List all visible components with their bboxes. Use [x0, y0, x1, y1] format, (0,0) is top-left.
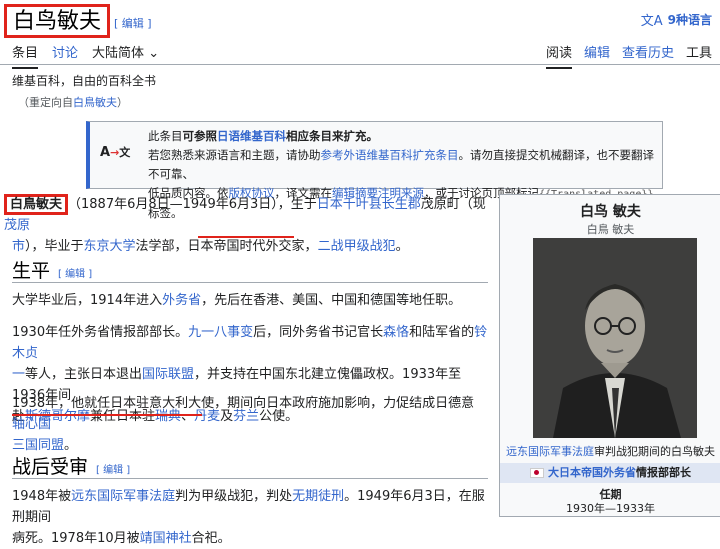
infobox-caption: 远东国际军事法庭审判战犯期间的白鸟敏夫 — [500, 443, 720, 459]
mobara-link[interactable]: 茂原 — [4, 218, 30, 233]
axis-link[interactable]: 轴心国 — [12, 417, 51, 432]
section-edit-link[interactable]: [ 编辑 ] — [58, 269, 92, 280]
title-edit-link[interactable]: [ 编辑 ] — [114, 15, 152, 31]
portrait-photo[interactable] — [533, 238, 697, 438]
hatnote-t: 此条目 — [148, 129, 183, 143]
league-link[interactable]: 国际联盟 — [142, 367, 194, 382]
infobox: 白鸟 敏夫 白鳥 敏夫 远东国际军事法庭审判战犯期间的白鸟敏夫 大日本帝国外务省… — [499, 194, 720, 517]
p-text: ，先后在香港、美国、中国和德国等地任职。 — [201, 293, 462, 308]
lead-t: 法学部，日本帝国时代外交家， — [135, 239, 318, 254]
translation-hatnote: A→文 此条目可参照日语维基百科相应条目来扩充。 若您熟悉来源语言和主题，请协助… — [86, 121, 663, 220]
section-divider — [12, 478, 488, 479]
paragraph-1: 大学毕业后，1914年进入外务省，先后在香港、美国、中国和德国等地任职。 — [12, 290, 492, 311]
mukden-link[interactable]: 九一八事变 — [188, 325, 253, 340]
annotation-underline — [198, 236, 294, 238]
p-text: 判为甲级战犯，判处 — [175, 489, 293, 504]
section-title: 生平 — [12, 260, 51, 282]
infobox-title: 白鸟 敏夫 — [580, 204, 641, 220]
band-text: 情报部部长 — [636, 466, 691, 479]
translate-icon: A→文 — [100, 145, 131, 160]
lead-t: ），毕业于 — [25, 239, 84, 254]
p-text: 等人，主张日本退出 — [25, 367, 143, 382]
lead-t: （1887年6月8日—1949年6月3日），生于 — [68, 197, 317, 212]
suzuki-link-cont[interactable]: 一 — [12, 367, 25, 382]
lead-t: 。 — [395, 239, 409, 254]
yasukuni-link[interactable]: 靖国神社 — [140, 531, 192, 546]
p-text: 1930年任外务省情报部部长。 — [12, 325, 189, 340]
lead-paragraph: 白鳥敏夫 （1887年6月8日—1949年6月3日），生于日本千叶县长生郡茂原町（… — [4, 194, 490, 257]
redirect-suffix: ） — [117, 96, 128, 109]
section-title: 战后受审 — [12, 456, 89, 478]
translate-icon: 文A — [640, 14, 663, 29]
chiba-link[interactable]: 日本千叶县长生郡 — [317, 197, 421, 212]
p-text: 1938年，他就任日本驻意大利大使，期间向日本政府施加影响，力促结成日德意 — [12, 396, 475, 411]
war-criminal-link[interactable]: 二战甲级战犯 — [318, 239, 396, 254]
p-text: 后，同外务省书记官长 — [253, 325, 384, 340]
hatnote-t: 若您熟悉来源语言和主题，请协助 — [148, 148, 321, 162]
page-title-box: 白鸟敏夫 — [4, 4, 111, 38]
tripartite-link[interactable]: 三国同盟 — [12, 438, 64, 453]
section-heading-trial: 战后受审 [ 编辑 ] — [12, 452, 130, 479]
section-edit-link[interactable]: [ 编辑 ] — [96, 465, 130, 476]
mobara-link-cont[interactable]: 市 — [12, 239, 25, 254]
p-text: 和陆军省的 — [409, 325, 475, 340]
redirect-note: （重定向自白鳥敏夫） — [18, 94, 128, 110]
p-text: 病死。1978年10月被 — [12, 531, 140, 546]
mofa-band-link[interactable]: 大日本帝国外务省 — [548, 466, 636, 479]
site-subtitle: 维基百科，自由的百科全书 — [12, 74, 157, 88]
term-value: 1930年—1933年 — [566, 502, 655, 515]
chevron-down-icon: ⌄ — [148, 46, 160, 61]
hatnote-t: 相应条目来扩充。 — [286, 129, 378, 143]
language-selector[interactable]: 文A 9种语言 — [641, 10, 712, 29]
caption-text: 审判战犯期间的白鸟敏夫 — [594, 445, 715, 458]
variant-label: 大陆简体 — [92, 46, 145, 61]
language-count: 9种语言 — [667, 13, 712, 27]
imtfe-link[interactable]: 远东国际军事法庭 — [71, 489, 175, 504]
mori-link[interactable]: 森恪 — [383, 325, 409, 340]
lead-name: 白鳥敏夫 — [4, 194, 69, 215]
p-text: 1948年被 — [12, 489, 72, 504]
expand-guide-link[interactable]: 参考外语维基百科扩充条目 — [321, 148, 459, 162]
infobox-office-band: 大日本帝国外务省情报部部长 — [500, 463, 720, 483]
life-sentence-link[interactable]: 无期徒刑 — [292, 489, 344, 504]
japan-flag-icon — [530, 468, 544, 478]
redirect-prefix: （重定向自 — [18, 96, 73, 109]
lead-t: 茂原町（现 — [420, 197, 486, 212]
tabs-divider — [0, 64, 720, 65]
portrait-image — [533, 238, 697, 438]
section-heading-bio: 生平 [ 编辑 ] — [12, 256, 92, 283]
p-text: 合祀。 — [191, 531, 231, 546]
ja-wiki-link[interactable]: 日语维基百科 — [217, 129, 286, 143]
tokyo-univ-link[interactable]: 东京大学 — [84, 239, 136, 254]
mofa-link[interactable]: 外务省 — [162, 293, 201, 308]
section-divider — [12, 282, 488, 283]
hatnote-t: 可参照 — [182, 129, 218, 143]
paragraph-3: 1938年，他就任日本驻意大利大使，期间向日本政府施加影响，力促结成日德意轴心国… — [12, 393, 482, 456]
imtfe-caption-link[interactable]: 远东国际军事法庭 — [506, 445, 594, 458]
paragraph-4: 1948年被远东国际军事法庭判为甲级战犯，判处无期徒刑。1949年6月3日，在服… — [12, 486, 492, 549]
page-title: 白鸟敏夫 — [13, 9, 102, 34]
annotation-underline — [12, 414, 202, 416]
infobox-subtitle: 白鳥 敏夫 — [586, 223, 635, 236]
p-text: 。 — [64, 438, 78, 453]
redirect-link[interactable]: 白鳥敏夫 — [73, 96, 117, 109]
p-text: 大学毕业后，1914年进入 — [12, 293, 163, 308]
